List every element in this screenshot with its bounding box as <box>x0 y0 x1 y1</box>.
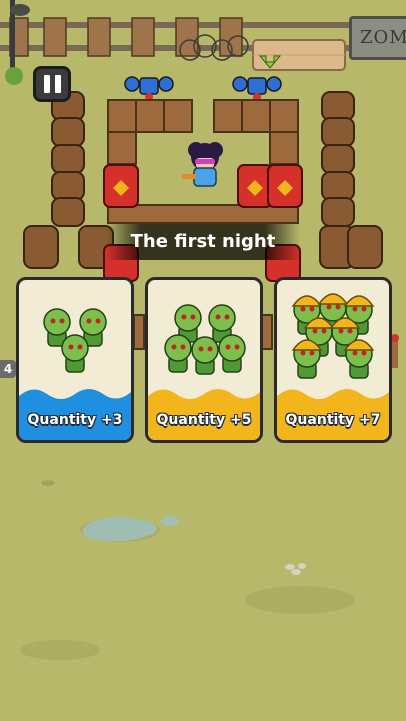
side-counter: 4 <box>0 360 16 378</box>
zombie-icon <box>164 334 192 373</box>
zombie-group-icon <box>43 308 107 373</box>
zombie-card-quantity-5[interactable]: Quantity +5 <box>145 277 263 443</box>
pause-icon-bar-right <box>54 75 61 93</box>
card-label: Quantity +7 <box>285 412 381 428</box>
night-banner: The first night <box>106 224 300 260</box>
card-wave <box>148 389 260 440</box>
hardhat-zombie-icon <box>343 339 375 379</box>
hardhat-zombie-group-icon <box>291 293 375 379</box>
card-wave <box>19 389 131 440</box>
zombie-icon <box>218 334 246 373</box>
card-label: Quantity +3 <box>27 412 123 428</box>
zombie-icon <box>61 334 89 373</box>
card-label: Quantity +5 <box>156 412 252 428</box>
zombie-card-quantity-3[interactable]: Quantity +3 <box>16 277 134 443</box>
pause-icon-bar-left <box>43 75 50 93</box>
zombie-group-icon <box>164 304 246 375</box>
card-wave <box>277 389 389 440</box>
zombie-sign: ZOMB <box>349 16 406 60</box>
zombie-card-quantity-7[interactable]: Quantity +7 <box>274 277 392 443</box>
zombie-icon <box>191 336 219 375</box>
pause-button[interactable] <box>33 66 71 102</box>
hardhat-zombie-icon <box>291 339 323 379</box>
